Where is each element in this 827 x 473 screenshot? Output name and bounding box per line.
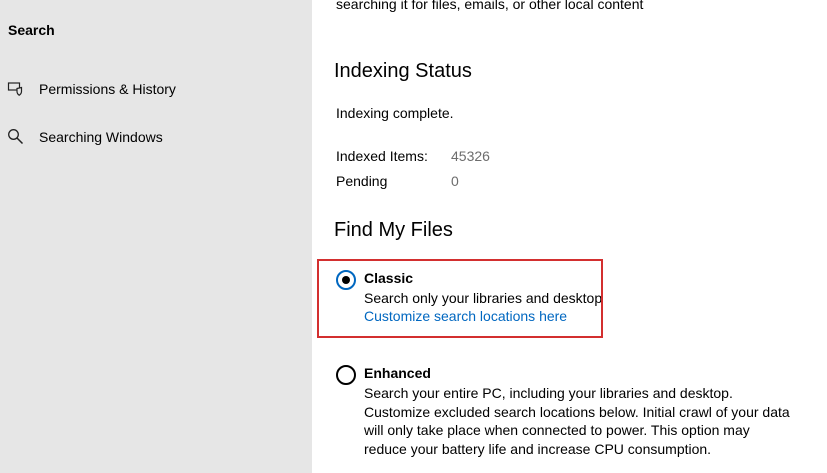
highlight-annotation-box xyxy=(317,259,603,338)
indexed-items-value: 45326 xyxy=(451,148,490,164)
sidebar: Search Permissions & History Searching W… xyxy=(0,0,312,473)
sidebar-header: Search xyxy=(8,22,55,38)
sidebar-item-label: Permissions & History xyxy=(39,81,176,97)
enhanced-title: Enhanced xyxy=(364,365,431,381)
pending-label: Pending xyxy=(336,173,388,189)
sidebar-item-label: Searching Windows xyxy=(39,129,163,145)
sidebar-item-searching-windows[interactable]: Searching Windows xyxy=(0,121,312,153)
sidebar-item-permissions-history[interactable]: Permissions & History xyxy=(0,73,312,105)
find-my-files-title: Find My Files xyxy=(334,219,453,241)
pending-value: 0 xyxy=(451,173,459,189)
search-icon xyxy=(7,128,25,146)
enhanced-option[interactable]: Enhanced Search your entire PC, includin… xyxy=(334,363,804,463)
enhanced-radio[interactable] xyxy=(336,365,356,385)
settings-window: Search Permissions & History Searching W… xyxy=(0,0,827,473)
indexing-status-title: Indexing Status xyxy=(334,60,472,82)
indexing-status-text: Indexing complete. xyxy=(336,105,454,121)
main-content: searching it for files, emails, or other… xyxy=(312,0,827,473)
enhanced-description: Search your entire PC, including your li… xyxy=(364,385,790,457)
indexed-items-label: Indexed Items: xyxy=(336,148,428,164)
shield-search-icon xyxy=(7,80,25,98)
intro-text: searching it for files, emails, or other… xyxy=(336,0,644,12)
